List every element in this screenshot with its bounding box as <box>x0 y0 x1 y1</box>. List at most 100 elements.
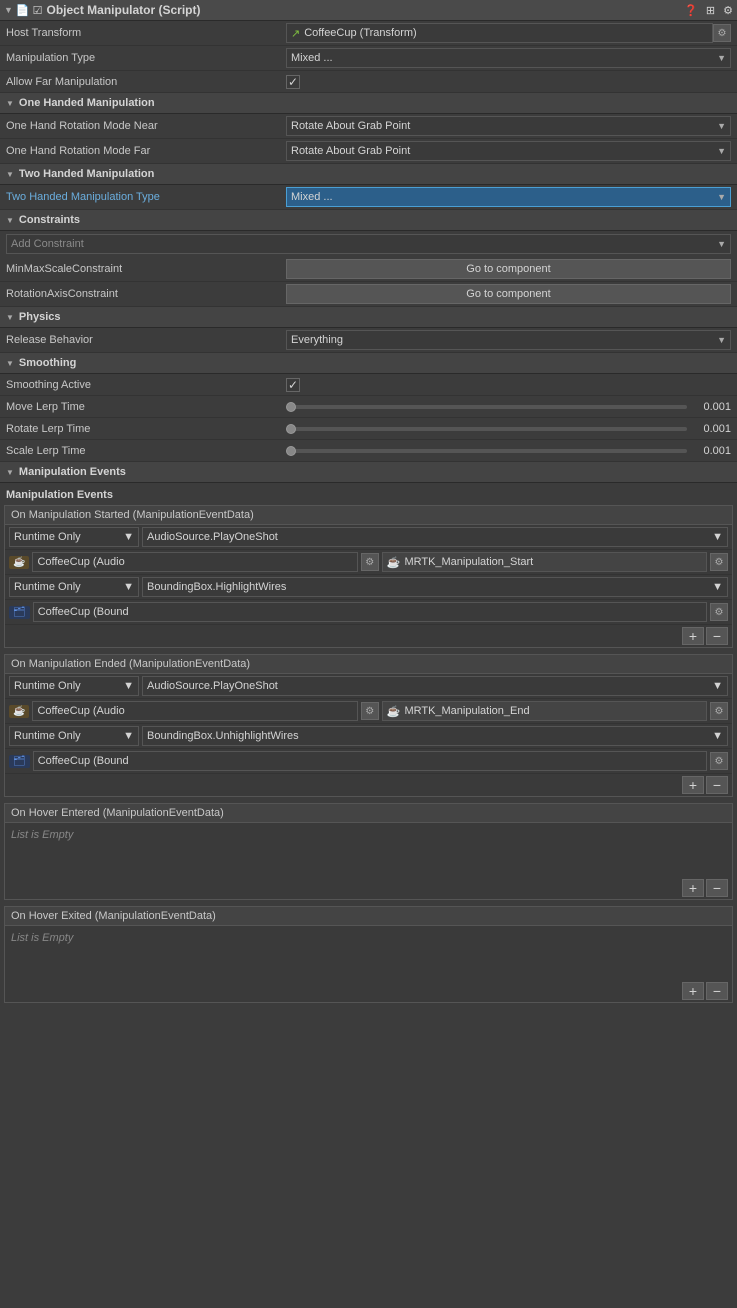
enabled-checkbox[interactable]: ☑ <box>33 4 43 17</box>
rotate-lerp-thumb[interactable] <box>286 424 296 434</box>
started-runtime2-select[interactable]: Runtime Only ▼ <box>9 577 139 597</box>
started-obj1-row: ☕ CoffeeCup (Audio ⚙ ☕ MRTK_Manipulation… <box>5 550 732 575</box>
hover-exited-remove-button[interactable]: − <box>706 982 728 1000</box>
rotation-constraint-label: RotationAxisConstraint <box>6 288 286 300</box>
started-obj2-name[interactable]: CoffeeCup (Bound <box>33 602 707 622</box>
manipulation-type-select[interactable]: Mixed ... ▼ <box>286 48 731 68</box>
started-method2-select[interactable]: BoundingBox.HighlightWires ▼ <box>142 577 728 597</box>
rotation-go-button[interactable]: Go to component <box>286 284 731 304</box>
ended-runtime2-select[interactable]: Runtime Only ▼ <box>9 726 139 746</box>
add-constraint-label: Add Constraint <box>11 238 84 250</box>
ended-func1-value: MRTK_Manipulation_End <box>404 705 529 717</box>
smoothing-active-checkbox[interactable]: ✓ <box>286 378 300 392</box>
host-transform-row: Host Transform ↗ CoffeeCup (Transform) ⚙ <box>0 21 737 46</box>
two-handed-title: Two Handed Manipulation <box>19 168 154 180</box>
manipulation-started-header: On Manipulation Started (ManipulationEve… <box>5 506 732 525</box>
started-method1-select[interactable]: AudioSource.PlayOneShot ▼ <box>142 527 728 547</box>
started-obj1-gear[interactable]: ⚙ <box>361 553 379 571</box>
ended-method1-select[interactable]: AudioSource.PlayOneShot ▼ <box>142 676 728 696</box>
add-constraint-row: Add Constraint ▼ <box>0 231 737 257</box>
collapse-icon[interactable]: ▼ <box>4 5 13 15</box>
host-transform-field[interactable]: ↗ CoffeeCup (Transform) <box>286 23 713 43</box>
ended-obj1-name[interactable]: CoffeeCup (Audio <box>32 701 357 721</box>
hover-entered-remove-button[interactable]: − <box>706 879 728 897</box>
far-rotation-select[interactable]: Rotate About Grab Point ▼ <box>286 141 731 161</box>
layout-icon[interactable]: ⊞ <box>706 4 715 17</box>
manipulation-events-section[interactable]: ▼ Manipulation Events <box>0 462 737 483</box>
rotate-lerp-track[interactable] <box>286 427 687 431</box>
ended-remove-button[interactable]: − <box>706 776 728 794</box>
near-rotation-control: Rotate About Grab Point ▼ <box>286 116 731 136</box>
add-constraint-select[interactable]: Add Constraint ▼ <box>6 234 731 254</box>
smoothing-active-label: Smoothing Active <box>6 379 286 391</box>
release-behavior-select[interactable]: Everything ▼ <box>286 330 731 350</box>
allow-far-label: Allow Far Manipulation <box>6 76 286 88</box>
allow-far-checkbox[interactable]: ✓ <box>286 75 300 89</box>
settings-icon[interactable]: ⚙ <box>723 4 733 17</box>
rotate-lerp-control: 0.001 <box>286 423 731 435</box>
ended-method1-value: AudioSource.PlayOneShot <box>147 680 278 692</box>
smoothing-title: Smoothing <box>19 357 76 369</box>
started-func1-gear[interactable]: ⚙ <box>710 553 728 571</box>
move-lerp-thumb[interactable] <box>286 402 296 412</box>
started-method1-value: AudioSource.PlayOneShot <box>147 531 278 543</box>
component-title: Object Manipulator (Script) <box>47 3 677 17</box>
hover-entered-add-button[interactable]: + <box>682 879 704 897</box>
script-icon: 📄 <box>16 4 30 17</box>
select-arrow-sr1: ▼ <box>123 531 134 543</box>
two-handed-type-value: Mixed ... <box>291 191 333 203</box>
allow-far-manipulation-row: Allow Far Manipulation ✓ <box>0 71 737 93</box>
rotate-lerp-value: 0.001 <box>693 423 731 435</box>
select-arrow-sm1: ▼ <box>712 531 723 543</box>
ended-runtime1-select[interactable]: Runtime Only ▼ <box>9 676 139 696</box>
started-obj2-gear[interactable]: ⚙ <box>710 603 728 621</box>
select-arrow-constraint: ▼ <box>717 239 726 249</box>
hover-entered-empty: List is Empty <box>5 823 732 847</box>
ended-add-button[interactable]: + <box>682 776 704 794</box>
one-handed-section[interactable]: ▼ One Handed Manipulation <box>0 93 737 114</box>
host-transform-gear[interactable]: ⚙ <box>713 24 731 42</box>
select-arrow: ▼ <box>717 53 726 63</box>
one-handed-collapse: ▼ <box>6 99 14 108</box>
move-lerp-track[interactable] <box>286 405 687 409</box>
hover-entered-header: On Hover Entered (ManipulationEventData) <box>5 804 732 823</box>
ended-obj1-gear[interactable]: ⚙ <box>361 702 379 720</box>
smoothing-section[interactable]: ▼ Smoothing <box>0 353 737 374</box>
rotation-constraint-row: RotationAxisConstraint Go to component <box>0 282 737 307</box>
minmax-go-button[interactable]: Go to component <box>286 259 731 279</box>
scale-lerp-thumb[interactable] <box>286 446 296 456</box>
hover-exited-empty: List is Empty <box>5 926 732 950</box>
select-arrow-sm2: ▼ <box>712 581 723 593</box>
hover-exited-add-button[interactable]: + <box>682 982 704 1000</box>
started-add-button[interactable]: + <box>682 627 704 645</box>
smoothing-active-row: Smoothing Active ✓ <box>0 374 737 396</box>
ended-add-remove: + − <box>5 774 732 796</box>
ended-method2-select[interactable]: BoundingBox.UnhighlightWires ▼ <box>142 726 728 746</box>
ended-obj2-gear[interactable]: ⚙ <box>710 752 728 770</box>
started-runtime1-select[interactable]: Runtime Only ▼ <box>9 527 139 547</box>
one-handed-title: One Handed Manipulation <box>19 97 155 109</box>
help-icon[interactable]: ❓ <box>684 4 698 17</box>
physics-section[interactable]: ▼ Physics <box>0 307 737 328</box>
move-lerp-value: 0.001 <box>693 401 731 413</box>
started-remove-button[interactable]: − <box>706 627 728 645</box>
ended-func1-gear[interactable]: ⚙ <box>710 702 728 720</box>
near-rotation-select[interactable]: Rotate About Grab Point ▼ <box>286 116 731 136</box>
release-behavior-value: Everything <box>291 334 343 346</box>
started-obj1-name[interactable]: CoffeeCup (Audio <box>32 552 357 572</box>
two-handed-type-select[interactable]: Mixed ... ▼ <box>286 187 731 207</box>
constraints-section[interactable]: ▼ Constraints <box>0 210 737 231</box>
scale-lerp-track[interactable] <box>286 449 687 453</box>
scale-lerp-label: Scale Lerp Time <box>6 445 286 457</box>
events-section-label-row: Manipulation Events <box>4 487 733 505</box>
events-title: Manipulation Events <box>19 466 126 478</box>
two-handed-section[interactable]: ▼ Two Handed Manipulation <box>0 164 737 185</box>
two-handed-collapse: ▼ <box>6 170 14 179</box>
scale-lerp-slider-container: 0.001 <box>286 445 731 457</box>
ended-runtime1-value: Runtime Only <box>14 680 81 692</box>
started-method2-value: BoundingBox.HighlightWires <box>147 581 286 593</box>
ended-obj2-name[interactable]: CoffeeCup (Bound <box>33 751 707 771</box>
hover-exited-header: On Hover Exited (ManipulationEventData) <box>5 907 732 926</box>
rotation-constraint-control: Go to component <box>286 284 731 304</box>
constraints-collapse: ▼ <box>6 216 14 225</box>
